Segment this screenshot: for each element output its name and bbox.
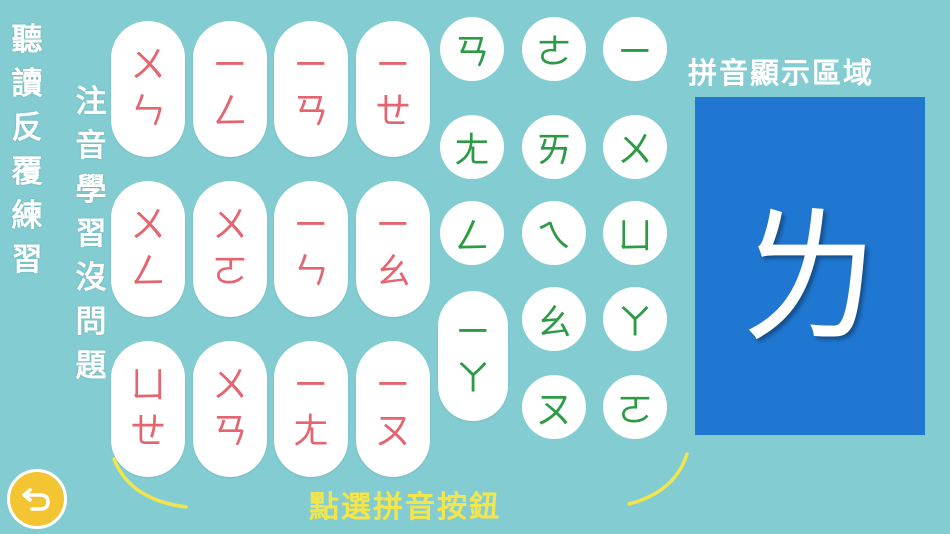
- zhuyin-learning-caption: 注音學習沒問題: [75, 84, 107, 384]
- zhuyin-button-o[interactable]: ㄛ: [603, 375, 667, 439]
- pinyin-button-uo[interactable]: ㄨㄛ: [193, 181, 267, 317]
- pinyin-button-ong[interactable]: ㄨㄥ: [111, 181, 185, 317]
- pinyin-button-uan[interactable]: ㄨㄢ: [193, 341, 267, 477]
- pinyin-button-iang[interactable]: ㄧㄤ: [274, 341, 348, 477]
- zhuyin-button-ai[interactable]: ㄞ: [522, 115, 586, 179]
- listen-practice-caption: 聽讀反覆練習: [11, 22, 43, 278]
- back-button[interactable]: [7, 469, 67, 529]
- pinyin-button-ing[interactable]: ㄧㄥ: [193, 21, 267, 157]
- pinyin-button-iou[interactable]: ㄧㄡ: [356, 341, 430, 477]
- zhuyin-button-a[interactable]: ㄚ: [603, 287, 667, 351]
- display-area-title: 拼音顯示區域: [688, 56, 875, 90]
- pinyin-button-ie[interactable]: ㄧㄝ: [356, 21, 430, 157]
- pinyin-button-wen[interactable]: ㄨㄣ: [111, 21, 185, 157]
- back-arrow-icon: [22, 488, 50, 511]
- pinyin-button-iao[interactable]: ㄧㄠ: [356, 181, 430, 317]
- zhuyin-button-ei[interactable]: ㄟ: [522, 201, 586, 265]
- left-highlight-arc: [112, 457, 188, 509]
- zhuyin-button-ou[interactable]: ㄡ: [522, 375, 586, 439]
- zhuyin-button-eng[interactable]: ㄥ: [440, 201, 504, 265]
- zhuyin-button-ao[interactable]: ㄠ: [522, 287, 586, 351]
- zhuyin-button-i[interactable]: ㄧ: [603, 17, 667, 81]
- right-highlight-arc: [627, 452, 689, 506]
- zhuyin-button-u[interactable]: ㄨ: [603, 115, 667, 179]
- tap-pinyin-button-label: 點選拼音按鈕: [309, 490, 501, 525]
- zhuyin-button-an[interactable]: ㄢ: [440, 17, 504, 81]
- pinyin-button-ia[interactable]: ㄧㄚ: [438, 291, 508, 421]
- zhuyin-button-ang[interactable]: ㄤ: [440, 115, 504, 179]
- displayed-character: ㄌ: [734, 192, 885, 367]
- pinyin-display-area: ㄌ: [695, 97, 925, 435]
- zhuyin-button-yu[interactable]: ㄩ: [603, 201, 667, 265]
- pinyin-button-in[interactable]: ㄧㄣ: [274, 181, 348, 317]
- zhuyin-button-e[interactable]: ㄜ: [522, 17, 586, 81]
- pinyin-button-ian[interactable]: ㄧㄢ: [274, 21, 348, 157]
